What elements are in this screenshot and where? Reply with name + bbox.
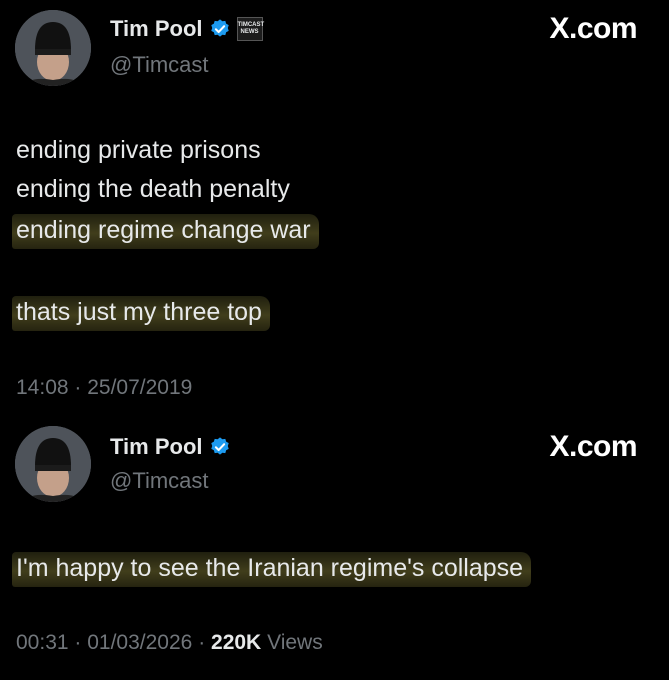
post-date: 01/03/2026 <box>87 631 193 654</box>
post-text-line-4-highlighted: thats just my three top <box>12 296 270 331</box>
highlight-mark: ending regime change war <box>12 214 319 249</box>
x-com-logo: X.com <box>549 12 637 45</box>
post-text-line-1-highlighted: I'm happy to see the Iranian regime's co… <box>12 552 532 587</box>
x-com-logo: X.com <box>549 430 637 463</box>
highlight-mark: I'm happy to see the Iranian regime's co… <box>12 552 532 587</box>
verified-badge-icon <box>210 19 229 37</box>
views-label: Views <box>267 631 323 654</box>
org-affiliation-badge[interactable]: TIMCAST NEWS <box>236 17 265 41</box>
author-name[interactable]: Tim Pool <box>110 434 203 460</box>
meta-separator: · <box>74 631 88 654</box>
avatar-image <box>15 426 91 502</box>
post-text-line-3-highlighted: ending regime change war <box>12 214 319 249</box>
author-name-row: Tim Pool <box>110 434 231 460</box>
avatar-image <box>15 10 91 86</box>
views-count: 220K <box>211 631 262 654</box>
verified-badge-icon <box>210 437 229 455</box>
meta-separator: · <box>198 631 212 654</box>
post-text-line-1: ending private prisons <box>16 136 261 164</box>
author-name-row: Tim Pool TIMCAST NEWS <box>110 16 265 42</box>
org-badge-line-1: TIMCAST <box>237 22 265 28</box>
post-2: Tim Pool @Timcast X.com I'm happy to see… <box>0 418 669 680</box>
author-name[interactable]: Tim Pool <box>110 16 203 42</box>
post-1: Tim Pool TIMCAST NEWS @Timcast X.com end… <box>0 0 669 410</box>
highlight-mark: thats just my three top <box>12 296 270 331</box>
post-text-line-2: ending the death penalty <box>16 175 290 203</box>
post-time: 14:08 <box>16 376 69 399</box>
author-handle[interactable]: @Timcast <box>110 52 209 78</box>
avatar[interactable] <box>15 426 91 502</box>
post-date: 25/07/2019 <box>87 376 193 399</box>
avatar[interactable] <box>15 10 91 86</box>
post-timestamp[interactable]: 14:08 · 25/07/2019 <box>16 376 192 400</box>
post-time: 00:31 <box>16 631 69 654</box>
org-badge-line-2: NEWS <box>240 29 259 35</box>
post-timestamp[interactable]: 00:31 · 01/03/2026 · 220K Views <box>16 631 323 655</box>
author-handle[interactable]: @Timcast <box>110 468 209 494</box>
meta-separator: · <box>74 376 88 399</box>
